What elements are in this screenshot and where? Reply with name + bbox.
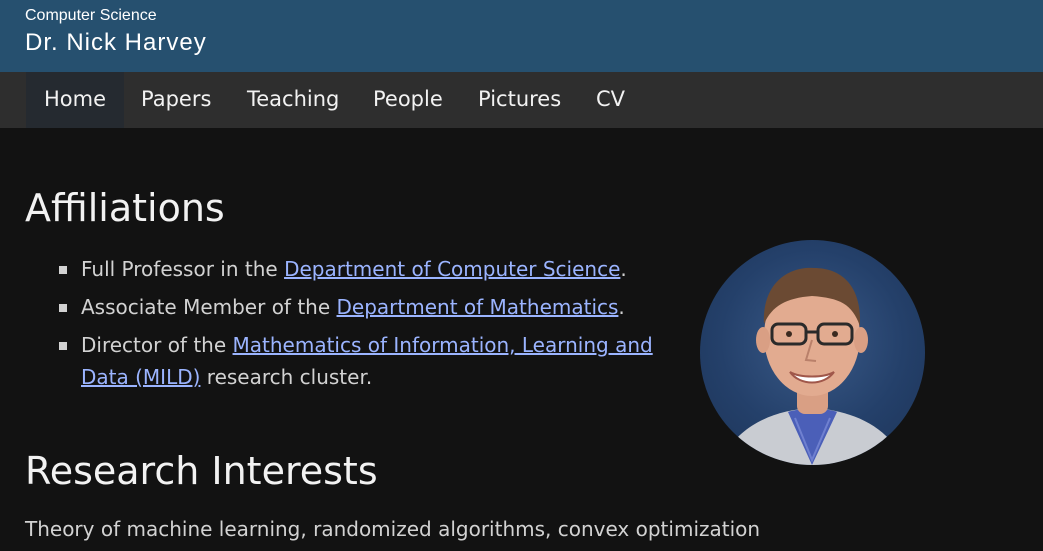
research-interests-text: Theory of machine learning, randomized a… — [25, 517, 761, 541]
list-item: Director of the Mathematics of Informati… — [56, 329, 656, 393]
affiliation-text: Full Professor in the — [81, 257, 285, 281]
bullet-icon — [59, 342, 67, 350]
bullet-icon — [59, 266, 67, 274]
bullet-icon — [59, 304, 67, 312]
portrait-photo — [700, 240, 925, 465]
department-label: Computer Science — [25, 7, 157, 24]
affiliation-suffix: research cluster. — [200, 365, 373, 389]
nav-item-papers[interactable]: Papers — [141, 72, 211, 128]
nav-item-people[interactable]: People — [373, 72, 443, 128]
affiliations-heading: Affiliations — [25, 186, 225, 230]
cs-department-link[interactable]: Department of Computer Science — [284, 257, 620, 281]
portrait-icon — [720, 267, 905, 465]
list-item: Associate Member of the Department of Ma… — [56, 291, 656, 323]
nav-item-teaching[interactable]: Teaching — [247, 72, 339, 128]
main-nav: Home Papers Teaching People Pictures CV — [0, 72, 1043, 128]
research-heading: Research Interests — [25, 449, 378, 493]
nav-item-home[interactable]: Home — [26, 72, 125, 128]
affiliations-list: Full Professor in the Department of Comp… — [56, 253, 656, 399]
math-department-link[interactable]: Department of Mathematics — [337, 295, 619, 319]
affiliation-text: Director of the — [81, 333, 233, 357]
nav-item-pictures[interactable]: Pictures — [478, 72, 561, 128]
affiliation-text: Associate Member of the — [81, 295, 337, 319]
affiliation-suffix: . — [620, 257, 627, 281]
site-title[interactable]: Dr. Nick Harvey — [25, 29, 207, 57]
nav-item-cv[interactable]: CV — [596, 72, 625, 128]
affiliation-suffix: . — [618, 295, 625, 319]
list-item: Full Professor in the Department of Comp… — [56, 253, 656, 285]
site-banner: Computer Science Dr. Nick Harvey — [0, 0, 1043, 72]
